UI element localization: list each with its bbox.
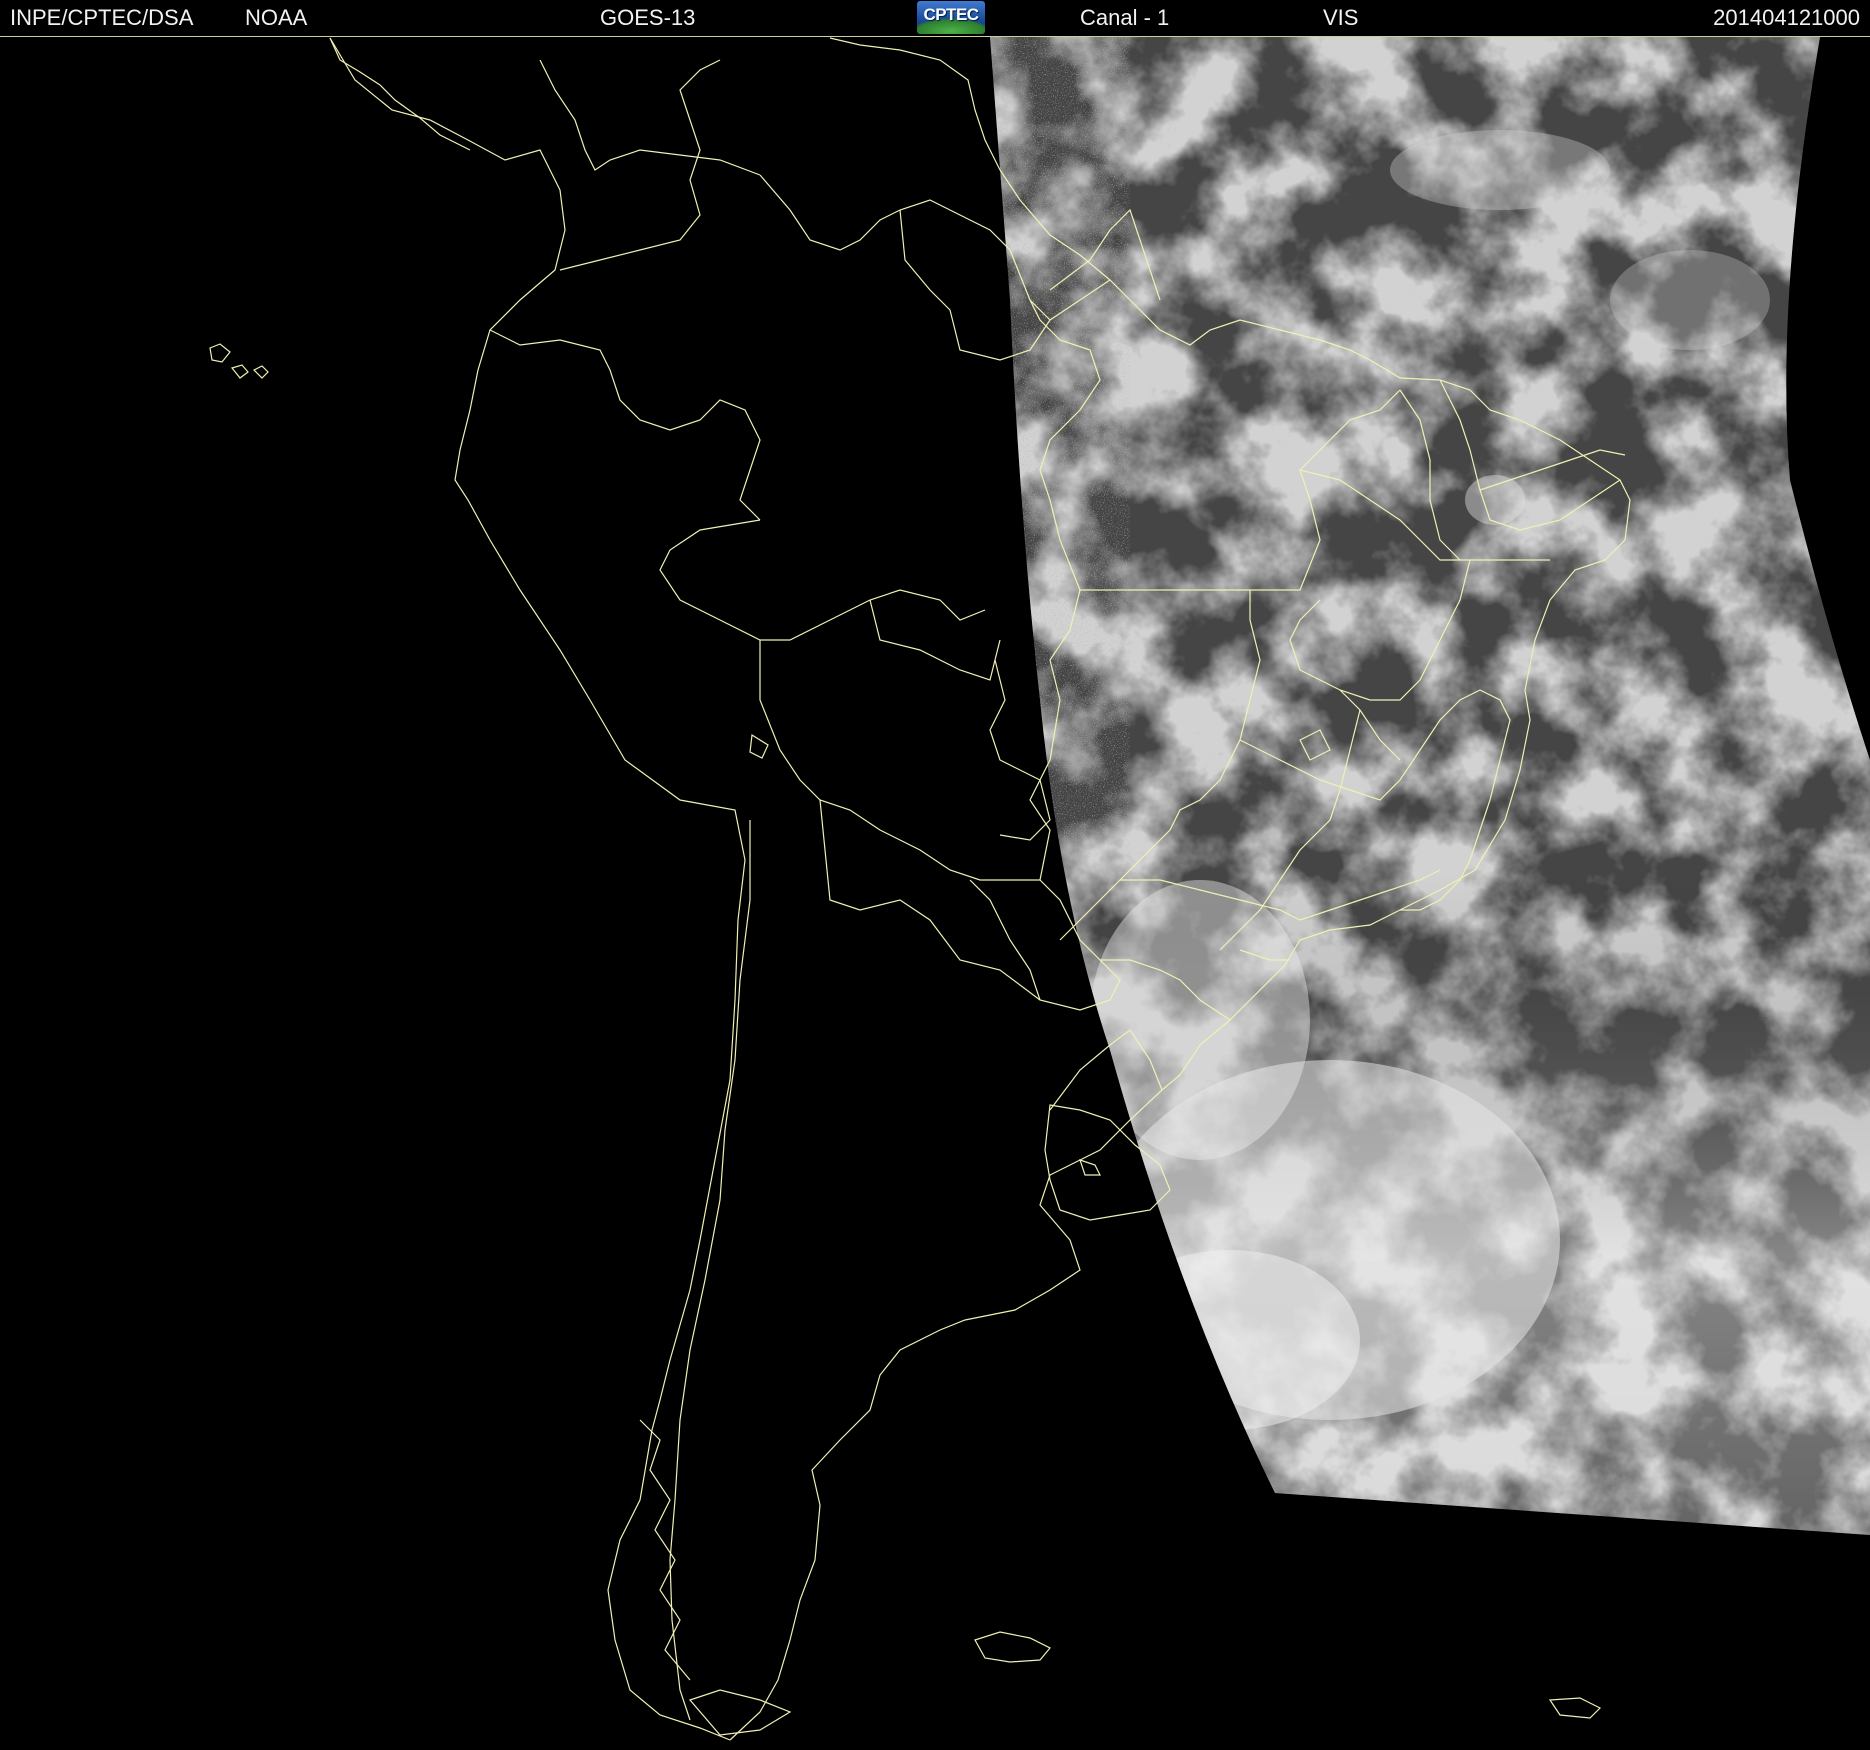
coastline-west [329, 37, 746, 1741]
satellite-label: GOES-13 [600, 5, 696, 30]
band-label: VIS [1323, 5, 1359, 30]
satellite-swath [990, 37, 1870, 1535]
channel-label: Canal - 1 [1080, 5, 1170, 30]
logo-text: CPTEC [923, 5, 979, 24]
image-header-bar: INPE/CPTEC/DSA NOAA GOES-13 CPTEC Canal … [0, 0, 1870, 37]
timestamp-label: 201404121000 [1713, 5, 1860, 30]
agency-label: NOAA [245, 5, 308, 30]
satellite-map [0, 37, 1870, 1750]
cptec-logo: CPTEC [917, 1, 985, 34]
source-label: INPE/CPTEC/DSA [10, 5, 194, 30]
